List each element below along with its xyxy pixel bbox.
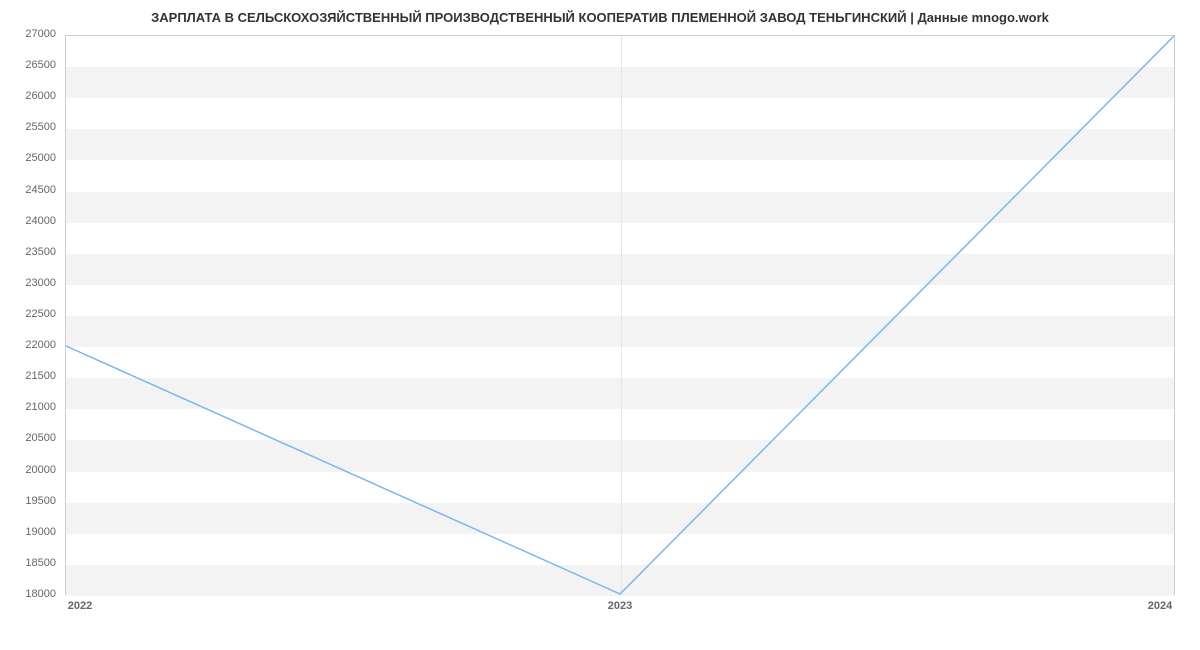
y-tick-label: 25000 xyxy=(6,152,56,164)
y-tick-label: 27000 xyxy=(6,28,56,40)
y-tick-label: 20500 xyxy=(6,432,56,444)
y-tick-label: 24000 xyxy=(6,215,56,227)
y-tick-label: 21500 xyxy=(6,370,56,382)
y-tick-label: 18500 xyxy=(6,557,56,569)
y-tick-label: 26000 xyxy=(6,90,56,102)
plot-area xyxy=(65,35,1175,595)
y-tick-label: 20000 xyxy=(6,464,56,476)
y-tick-label: 18000 xyxy=(6,588,56,600)
y-tick-label: 24500 xyxy=(6,184,56,196)
x-tick-label: 2023 xyxy=(608,600,632,612)
y-tick-label: 23000 xyxy=(6,277,56,289)
x-tick-label: 2024 xyxy=(1148,600,1172,612)
y-tick-label: 22000 xyxy=(6,339,56,351)
y-tick-label: 19500 xyxy=(6,495,56,507)
y-tick-label: 19000 xyxy=(6,526,56,538)
chart-title: ЗАРПЛАТА В СЕЛЬСКОХОЗЯЙСТВЕННЫЙ ПРОИЗВОД… xyxy=(0,10,1200,25)
y-tick-label: 21000 xyxy=(6,401,56,413)
y-tick-label: 23500 xyxy=(6,246,56,258)
line-series xyxy=(66,36,1174,594)
y-tick-label: 25500 xyxy=(6,121,56,133)
x-tick-label: 2022 xyxy=(68,600,92,612)
y-tick-label: 22500 xyxy=(6,308,56,320)
y-tick-label: 26500 xyxy=(6,59,56,71)
